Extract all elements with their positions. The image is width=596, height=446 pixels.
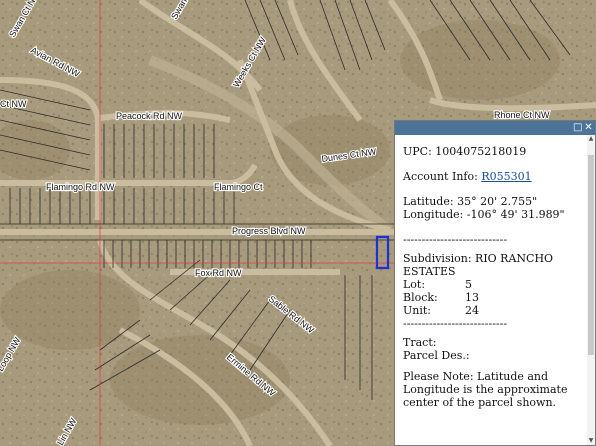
divider: ---------------------------- [403, 233, 508, 246]
maximize-icon[interactable]: □ [573, 123, 582, 133]
popup-scrollbar[interactable]: ▲ ▼ [587, 135, 595, 445]
tract-label: Tract: [403, 336, 437, 349]
road-label: Ct NW [0, 99, 27, 109]
popup-content: UPC: 1004075218019 Account Info: R055301… [403, 145, 585, 409]
longitude-value: -106° 49' 31.989" [466, 208, 565, 221]
road-label: Rhone Ct NW [494, 110, 550, 120]
upc-label: UPC: [403, 145, 432, 158]
longitude-row: Longitude: -106° 49' 31.989" [403, 208, 585, 221]
account-link[interactable]: R055301 [481, 170, 531, 183]
lot-label: Lot: [403, 278, 426, 291]
upc-row: UPC: 1004075218019 [403, 145, 585, 158]
popup-titlebar: □ ✕ [395, 121, 595, 135]
close-icon[interactable]: ✕ [584, 123, 593, 133]
parcel-info-popup[interactable]: □ ✕ UPC: 1004075218019 Account Info: R05… [394, 120, 596, 446]
latitude-row: Latitude: 35° 20' 2.755" [403, 195, 585, 208]
latitude-value: 35° 20' 2.755" [457, 195, 538, 208]
longitude-label: Longitude: [403, 208, 464, 221]
scroll-down-icon[interactable]: ▼ [587, 437, 595, 445]
upc-value: 1004075218019 [435, 145, 527, 158]
road-label: Peacock Rd NW [116, 111, 183, 121]
account-row: Account Info: R055301 [403, 170, 585, 183]
block-row: Block: 13 [403, 291, 585, 304]
subdivision-label: Subdivision: [403, 252, 472, 265]
parcel-des-label: Parcel Des.: [403, 349, 470, 362]
lot-value: 5 [465, 278, 472, 291]
road-label: Progress Blvd NW [232, 226, 306, 236]
unit-value: 24 [465, 304, 479, 317]
coordinates-note: Please Note: Latitude and Longitude is t… [403, 370, 568, 409]
latitude-label: Latitude: [403, 195, 454, 208]
block-label: Block: [403, 291, 438, 304]
divider: ---------------------------- [403, 317, 508, 330]
account-label: Account Info: [403, 170, 478, 183]
block-value: 13 [465, 291, 479, 304]
subdivision-row: Subdivision: RIO RANCHO ESTATES [403, 252, 585, 278]
lot-row: Lot: 5 [403, 278, 585, 291]
road-label: Flamingo Ct [214, 182, 263, 192]
scroll-up-icon[interactable]: ▲ [587, 135, 595, 143]
scroll-thumb[interactable] [588, 155, 594, 355]
road-label: Fox Rd NW [195, 268, 242, 278]
road-label: Flamingo Rd NW [46, 182, 115, 192]
unit-row: Unit: 24 [403, 304, 585, 317]
unit-label: Unit: [403, 304, 431, 317]
